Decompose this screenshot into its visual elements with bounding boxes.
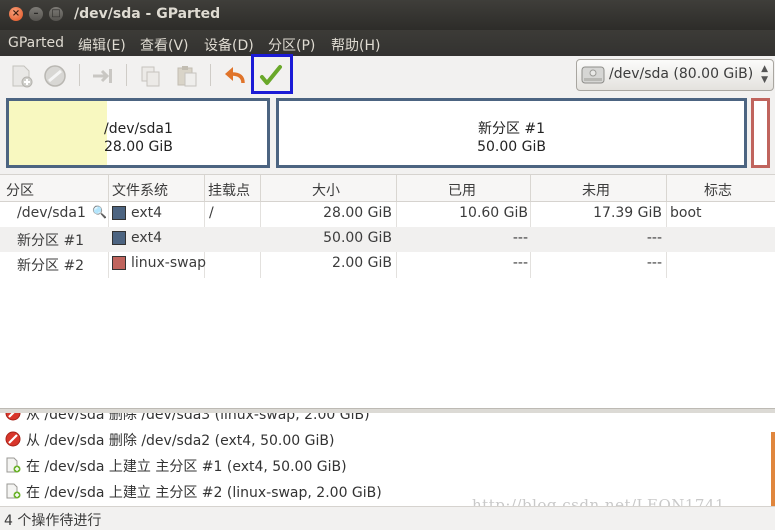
column-header-flags[interactable]: 标志	[704, 180, 732, 200]
size-cell: 2.00 GiB	[332, 255, 392, 271]
copy-icon[interactable]	[138, 63, 164, 89]
filesystem-color-swatch	[112, 231, 126, 245]
column-separator	[666, 175, 667, 201]
minimize-window-button[interactable]: –	[29, 7, 43, 21]
delete-icon[interactable]	[42, 63, 68, 89]
partition-map-new2[interactable]	[751, 98, 770, 168]
used-cell: ---	[512, 255, 528, 271]
partition-cell: 新分区 #1	[17, 233, 85, 249]
unused-cell: 17.39 GiB	[593, 205, 662, 221]
column-header-unused[interactable]: 未用	[582, 180, 610, 200]
partition-map-sda1-label: /dev/sda1 28.00 GiB	[104, 120, 173, 156]
toolbar-separator	[210, 64, 211, 86]
status-text: 4 个操作待进行	[4, 513, 102, 529]
partition-map-sda1-name: /dev/sda1	[104, 121, 173, 137]
column-header-mountpoint[interactable]: 挂载点	[208, 180, 250, 200]
filesystem-cell: ext4	[131, 205, 163, 221]
mountpoint-cell: /	[209, 205, 214, 221]
toolbar-separator	[126, 64, 127, 86]
filesystem-color-swatch	[112, 206, 126, 220]
apply-highlight-box	[251, 54, 293, 94]
unused-cell: ---	[646, 230, 662, 246]
menu-help[interactable]: 帮助(H)	[331, 35, 380, 55]
status-bar: 4 个操作待进行	[0, 506, 775, 529]
operation-text: 从 /dev/sda 删除 /dev/sda3 (linux-swap, 2.0…	[26, 413, 370, 423]
partition-table: /dev/sda1 🔍 ext4 / 28.00 GiB 10.60 GiB 1…	[0, 202, 775, 408]
column-header-size[interactable]: 大小	[312, 180, 340, 200]
column-separator	[396, 175, 397, 201]
table-row[interactable]: 新分区 #2 linux-swap 2.00 GiB --- ---	[0, 252, 775, 277]
table-row[interactable]: /dev/sda1 🔍 ext4 / 28.00 GiB 10.60 GiB 1…	[0, 202, 775, 227]
filesystem-cell: linux-swap	[131, 255, 207, 271]
partition-map-new1[interactable]: 新分区 #1 50.00 GiB	[276, 98, 747, 168]
partition-map-sda1-size: 28.00 GiB	[104, 139, 173, 155]
used-cell: ---	[512, 230, 528, 246]
partition-map-sda1[interactable]: /dev/sda1 28.00 GiB	[6, 98, 270, 168]
menu-edit[interactable]: 编辑(E)	[78, 35, 126, 55]
size-cell: 50.00 GiB	[323, 230, 392, 246]
disk-selector-label: /dev/sda (80.00 GiB)	[609, 66, 754, 82]
partition-map-new1-label: 新分区 #1 50.00 GiB	[279, 120, 744, 156]
window-title: /dev/sda - GParted	[74, 6, 221, 22]
maximize-window-button[interactable]: □	[49, 7, 63, 21]
partition-map: /dev/sda1 28.00 GiB 新分区 #1 50.00 GiB	[0, 96, 775, 174]
menu-gparted[interactable]: GParted	[8, 35, 64, 51]
new-partition-icon	[5, 457, 21, 473]
menu-partition[interactable]: 分区(P)	[268, 35, 315, 55]
delete-icon	[5, 413, 21, 421]
flags-cell: boot	[670, 205, 702, 221]
column-header-used[interactable]: 已用	[448, 180, 476, 200]
list-item[interactable]: 从 /dev/sda 删除 /dev/sda3 (linux-swap, 2.0…	[0, 413, 775, 426]
column-separator	[108, 175, 109, 201]
operation-text: 在 /dev/sda 上建立 主分区 #2 (linux-swap, 2.00 …	[26, 485, 382, 501]
partition-table-header: 分区 文件系统 挂载点 大小 已用 未用 标志	[0, 174, 775, 202]
filesystem-cell: ext4	[131, 230, 163, 246]
table-row[interactable]: 新分区 #1 ext4 50.00 GiB --- ---	[0, 227, 775, 252]
operation-text: 从 /dev/sda 删除 /dev/sda2 (ext4, 50.00 GiB…	[26, 433, 335, 449]
scrollbar[interactable]	[771, 432, 775, 506]
column-separator	[260, 175, 261, 201]
disk-selector[interactable]: /dev/sda (80.00 GiB) ▲ ▼	[576, 59, 774, 91]
partition-cell: /dev/sda1	[17, 205, 86, 221]
key-icon: 🔍	[92, 205, 107, 219]
delete-icon	[5, 431, 21, 447]
new-partition-icon[interactable]	[8, 63, 34, 89]
operation-text: 在 /dev/sda 上建立 主分区 #1 (ext4, 50.00 GiB)	[26, 459, 347, 475]
hard-disk-icon	[581, 64, 605, 86]
pending-operations-list: 从 /dev/sda 删除 /dev/sda3 (linux-swap, 2.0…	[0, 413, 775, 506]
menu-bar: GParted 编辑(E) 查看(V) 设备(D) 分区(P) 帮助(H)	[0, 30, 775, 56]
undo-icon[interactable]	[222, 63, 248, 89]
column-separator	[530, 175, 531, 201]
partition-map-new1-name: 新分区 #1	[477, 121, 546, 137]
filesystem-color-swatch	[112, 256, 126, 270]
column-header-filesystem[interactable]: 文件系统	[112, 180, 168, 200]
new-partition-icon	[5, 483, 21, 499]
used-cell: 10.60 GiB	[459, 205, 528, 221]
list-item[interactable]: 从 /dev/sda 删除 /dev/sda2 (ext4, 50.00 GiB…	[0, 426, 775, 452]
unused-cell: ---	[646, 255, 662, 271]
menu-device[interactable]: 设备(D)	[204, 35, 254, 55]
title-bar: × – □ /dev/sda - GParted	[0, 0, 775, 30]
partition-used-space	[9, 101, 108, 165]
column-header-partition[interactable]: 分区	[6, 180, 34, 200]
menu-view[interactable]: 查看(V)	[140, 35, 189, 55]
partition-map-new1-size: 50.00 GiB	[477, 139, 546, 155]
size-cell: 28.00 GiB	[323, 205, 392, 221]
paste-icon[interactable]	[174, 63, 200, 89]
close-window-button[interactable]: ×	[9, 7, 23, 21]
list-item[interactable]: 在 /dev/sda 上建立 主分区 #1 (ext4, 50.00 GiB)	[0, 452, 775, 478]
partition-cell: 新分区 #2	[17, 258, 85, 274]
updown-arrows-icon: ▲ ▼	[761, 64, 768, 85]
column-separator	[204, 175, 205, 201]
toolbar-separator	[79, 64, 80, 86]
resize-move-icon[interactable]	[90, 63, 116, 89]
